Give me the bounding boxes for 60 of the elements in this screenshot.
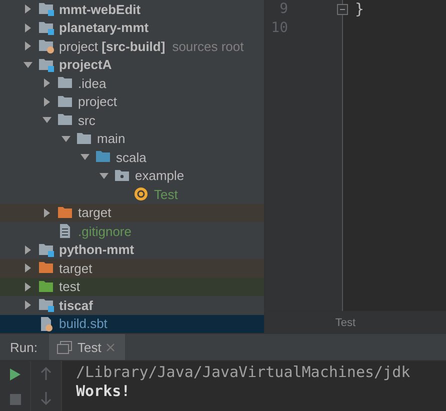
class-icon: [133, 186, 149, 202]
package-icon: [114, 168, 130, 184]
item-name: tiscaf: [59, 298, 93, 313]
item-name: target: [78, 205, 112, 220]
item-name: scala: [116, 150, 146, 165]
tree-row[interactable]: tiscaf: [0, 296, 264, 314]
item-name: test: [59, 279, 80, 294]
item-hint: sources root: [172, 38, 244, 54]
folder-icon: [57, 94, 73, 110]
run-icon[interactable]: [9, 368, 21, 380]
item-name: projectA: [59, 57, 112, 72]
module-folder-icon: [38, 1, 54, 18]
console-line: /Library/Java/JavaVirtualMachines/jdk: [76, 363, 410, 382]
folder-icon: [38, 278, 54, 295]
tree-row[interactable]: build.sbt: [0, 314, 264, 333]
tree-row[interactable]: test: [0, 278, 264, 296]
item-name: .gitignore: [78, 224, 132, 239]
tree-row[interactable]: scala: [0, 148, 264, 166]
module-folder-icon: [38, 297, 54, 314]
tree-row[interactable]: planetary-mmt: [0, 18, 264, 37]
item-name: src: [78, 112, 96, 128]
tree-row[interactable]: project: [0, 92, 264, 111]
module-folder-icon: [38, 56, 54, 73]
tree-row[interactable]: projectA: [0, 56, 264, 74]
file-icon: [38, 316, 54, 332]
item-name: build.sbt: [59, 316, 108, 332]
code-line: }: [355, 0, 364, 18]
console-icon: [57, 340, 72, 354]
item-name: main: [97, 131, 126, 146]
item-name: project: [78, 94, 118, 110]
tree-row[interactable]: target: [0, 259, 264, 278]
tree-row[interactable]: python-mmt: [0, 240, 264, 259]
tree-row[interactable]: project [src-build] sources root: [0, 37, 264, 56]
run-label: Run:: [10, 340, 38, 354]
item-name: project [src-build]: [59, 38, 166, 54]
module-folder-icon: [38, 20, 54, 36]
tree-row[interactable]: main: [0, 130, 264, 148]
tree-row[interactable]: example: [0, 166, 264, 185]
item-name: target: [59, 260, 92, 276]
tree-row[interactable]: src: [0, 111, 264, 130]
tree-row[interactable]: mmt-webEdit: [0, 0, 264, 18]
fold-icon[interactable]: [337, 4, 348, 15]
tree-row[interactable]: Test: [0, 185, 264, 204]
item-name: example: [135, 168, 184, 184]
folder-icon: [76, 130, 92, 147]
item-name: Test: [154, 186, 178, 202]
module-folder-icon: [38, 38, 54, 54]
console-line: Works!: [76, 382, 132, 401]
tree-row[interactable]: .idea: [0, 74, 264, 92]
breadcrumb[interactable]: Test: [265, 311, 446, 333]
item-name: planetary-mmt: [59, 20, 149, 36]
tree-row[interactable]: .gitignore: [0, 222, 264, 240]
module-folder-icon: [38, 242, 54, 258]
file-icon: [57, 223, 73, 240]
item-name: mmt-webEdit: [59, 2, 141, 17]
run-tab[interactable]: Test: [49, 334, 126, 360]
item-name: python-mmt: [59, 242, 134, 258]
tree-row[interactable]: target: [0, 204, 264, 222]
item-name: .idea: [78, 76, 106, 91]
folder-icon: [57, 204, 73, 221]
